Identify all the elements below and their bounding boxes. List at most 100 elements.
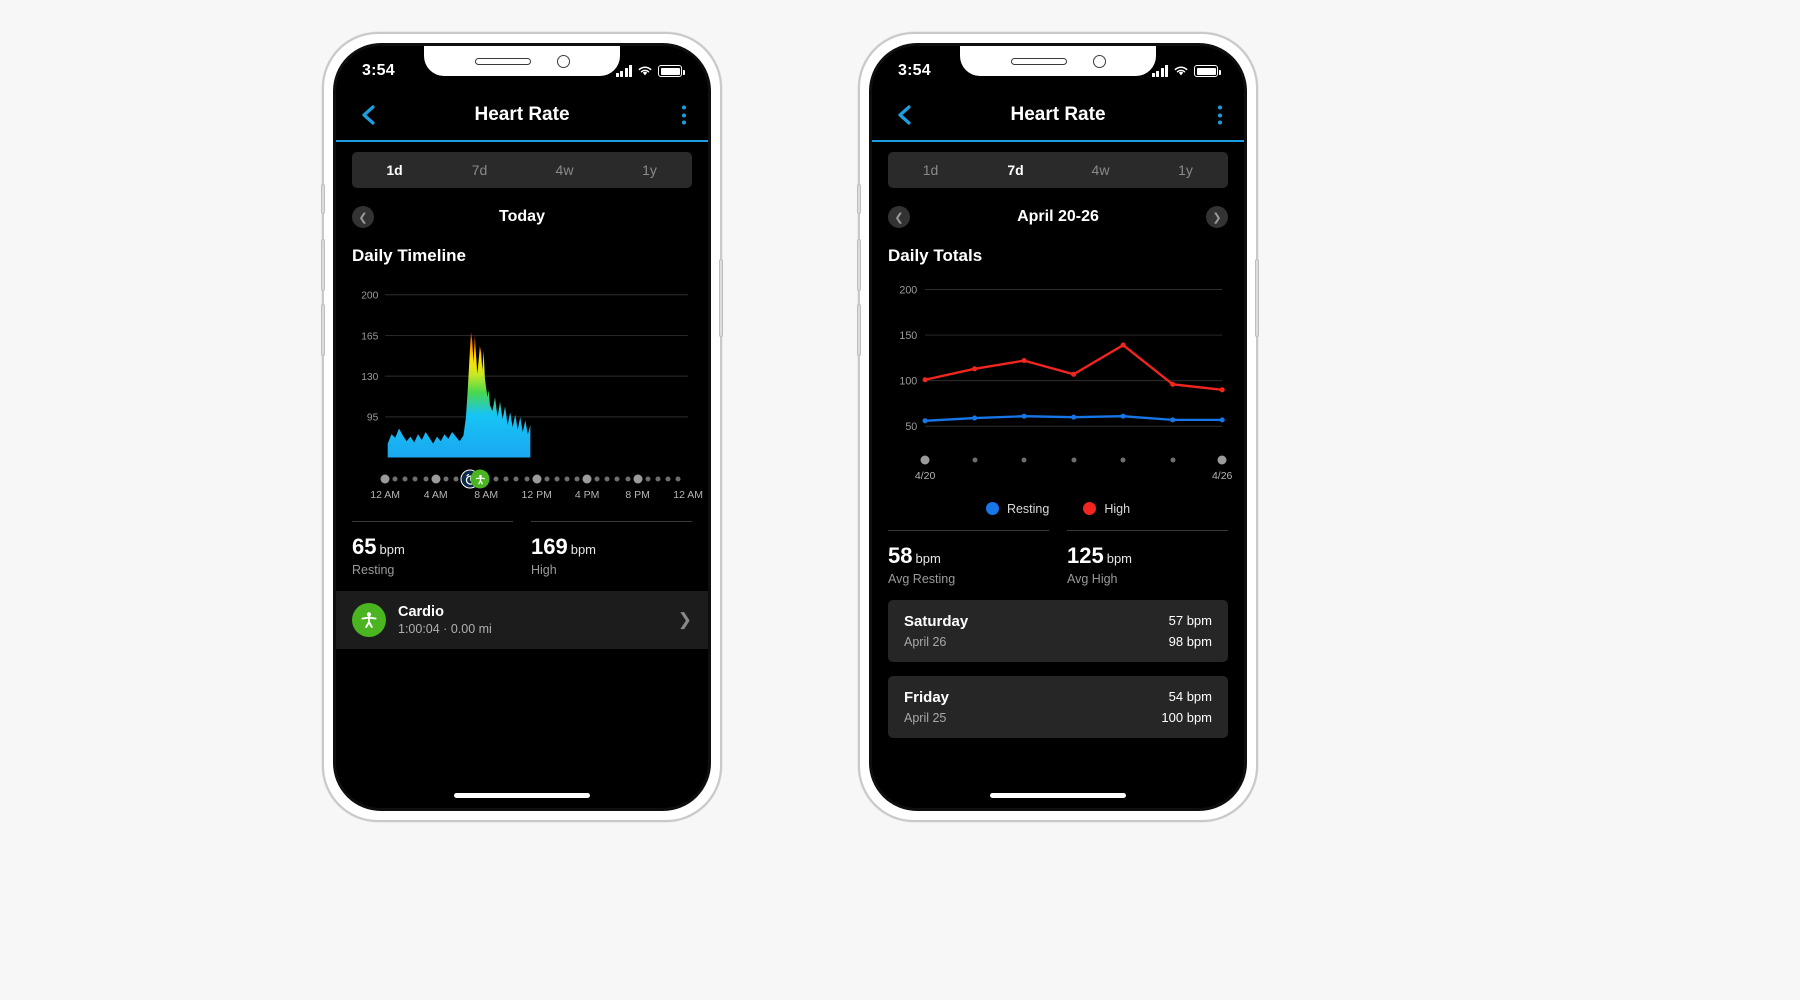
back-button[interactable] — [356, 102, 382, 128]
timeline-dot-minor — [443, 476, 449, 482]
daily-totals-chart[interactable]: 50 100 150 200 — [872, 266, 1244, 452]
timeline-dot-minor — [675, 476, 681, 482]
next-week-button[interactable]: ❯ — [1206, 206, 1228, 228]
tab-7d[interactable]: 7d — [437, 152, 522, 188]
tab-1d-right[interactable]: 1d — [888, 152, 973, 188]
volume-up-button[interactable] — [321, 239, 325, 291]
activity-texts: Cardio 1:00:04 · 0.00 mi — [398, 604, 666, 636]
stat-resting: 65 bpm Resting — [352, 521, 513, 577]
timeline-dot-minor — [564, 476, 570, 482]
front-camera-icon — [556, 54, 570, 68]
timeline-dot-minor — [604, 476, 610, 482]
timeline-dot-minor — [655, 476, 661, 482]
timeline-dot-minor — [524, 476, 530, 482]
activity-name: Cardio — [398, 604, 444, 621]
battery-full-icon — [658, 65, 685, 77]
day-card-saturday[interactable]: Saturday April 26 57 bpm 98 bpm — [888, 599, 1228, 662]
tab-7d-right[interactable]: 7d — [973, 152, 1058, 188]
week-dot-major — [920, 455, 930, 465]
activity-person-icon[interactable] — [470, 469, 490, 489]
home-indicator[interactable] — [454, 793, 590, 798]
timeline-dot-minor — [594, 476, 600, 482]
back-button-right[interactable] — [892, 102, 918, 128]
tab-4w-right[interactable]: 4w — [1058, 152, 1143, 188]
stat-high-unit: bpm — [570, 542, 597, 558]
daily-timeline-svg: 95 130 165 200 — [361, 291, 689, 458]
timeline-dot-major — [532, 474, 542, 484]
day-resting-bpm: 57 bpm — [1168, 612, 1212, 628]
activity-person-glyph — [361, 612, 377, 629]
prev-day-button[interactable]: ❮ — [352, 206, 374, 228]
x-tick-label: 4/20 — [914, 469, 936, 482]
chevron-right-icon[interactable]: ❯ — [678, 610, 692, 630]
activity-row-cardio[interactable]: Cardio 1:00:04 · 0.00 mi ❯ — [336, 591, 708, 650]
power-button-right[interactable] — [1255, 259, 1259, 337]
x-tick-label: 4 PM — [574, 489, 600, 502]
volume-up-button-right[interactable] — [857, 239, 861, 291]
x-tick-label: 8 PM — [625, 489, 650, 502]
section-title-left: Daily Timeline — [352, 246, 467, 265]
phone-left: 3:54 Heart Rate 1d 7d 4w 1y ❮ Today Dail… — [321, 32, 723, 822]
week-tick-row: 4/20 4/26 — [886, 469, 1233, 488]
silent-switch-right[interactable] — [857, 184, 861, 214]
silent-switch[interactable] — [321, 184, 325, 214]
date-nav-left: ❮ Today — [336, 194, 708, 240]
notch — [424, 46, 620, 76]
status-clock-right: 3:54 — [898, 62, 931, 79]
cellular-bars-icon — [1151, 65, 1168, 77]
stat-high-value: 169 — [531, 534, 568, 560]
chevron-left-icon — [898, 105, 911, 125]
range-segmented-control-right[interactable]: 1d 7d 4w 1y — [888, 152, 1228, 188]
stats-row-right: 58 bpm Avg Resting 125 bpm Avg High — [888, 529, 1228, 586]
day-card-values: 54 bpm 100 bpm — [1161, 689, 1212, 725]
nav-bar-left: Heart Rate — [336, 90, 708, 142]
activity-detail: 1:00:04 · 0.00 mi — [398, 622, 492, 637]
timeline-dot-minor — [412, 476, 418, 482]
daily-totals-svg: 50 100 150 200 — [899, 284, 1225, 433]
timeline-dot-minor — [645, 476, 651, 482]
week-marker-row — [886, 452, 1230, 468]
timeline-dot-minor — [513, 476, 519, 482]
front-camera-icon — [1092, 54, 1106, 68]
overflow-menu-icon[interactable] — [1218, 105, 1222, 125]
stats-row-left: 65 bpm Resting 169 bpm High — [352, 521, 692, 577]
earpiece-speaker-icon — [1010, 57, 1067, 65]
overflow-menu-icon[interactable] — [682, 105, 686, 125]
tab-1y-right[interactable]: 1y — [1143, 152, 1228, 188]
power-button[interactable] — [719, 259, 723, 337]
phone-right-screen: 3:54 Heart Rate 1d 7d 4w 1y ❮ April 20-2… — [872, 46, 1244, 808]
daily-timeline-chart[interactable]: 95 130 165 200 — [336, 266, 708, 471]
home-indicator-right[interactable] — [990, 793, 1126, 798]
tab-1y[interactable]: 1y — [607, 152, 692, 188]
stat-avg-resting-unit: bpm — [915, 550, 941, 566]
volume-down-button-right[interactable] — [857, 304, 861, 356]
activity-person-icon — [352, 603, 386, 638]
svg-text:50: 50 — [905, 421, 917, 433]
tab-4w[interactable]: 4w — [522, 152, 607, 188]
day-date: April 26 — [904, 634, 947, 649]
timeline-dot-minor — [453, 476, 459, 482]
stat-avg-resting-value: 58 — [888, 542, 913, 568]
prev-week-button[interactable]: ❮ — [888, 206, 910, 228]
stat-avg-resting: 58 bpm Avg Resting — [888, 529, 1049, 586]
notch-right — [960, 46, 1156, 76]
day-high-bpm: 98 bpm — [1168, 633, 1212, 649]
status-indicators — [615, 65, 685, 77]
range-segmented-control-left[interactable]: 1d 7d 4w 1y — [352, 152, 692, 188]
timeline-dot-major — [380, 474, 390, 484]
legend-swatch-high — [1083, 502, 1097, 516]
day-card-friday[interactable]: Friday April 25 54 bpm 100 bpm — [888, 675, 1228, 738]
volume-down-button[interactable] — [321, 304, 325, 356]
timeline-dot-minor — [392, 476, 398, 482]
stat-high: 169 bpm High — [531, 521, 692, 577]
legend-label-high: High — [1104, 501, 1131, 516]
timeline-dot-minor — [665, 476, 671, 482]
legend-swatch-resting — [985, 502, 999, 516]
stat-resting-label: Resting — [352, 563, 395, 578]
svg-text:100: 100 — [899, 376, 917, 388]
range-segment-wrap-right: 1d 7d 4w 1y — [872, 142, 1244, 188]
page-title: Heart Rate — [474, 104, 570, 125]
tab-1d[interactable]: 1d — [352, 152, 437, 188]
timeline-dot-major — [633, 474, 643, 484]
status-indicators-right — [1151, 65, 1221, 77]
